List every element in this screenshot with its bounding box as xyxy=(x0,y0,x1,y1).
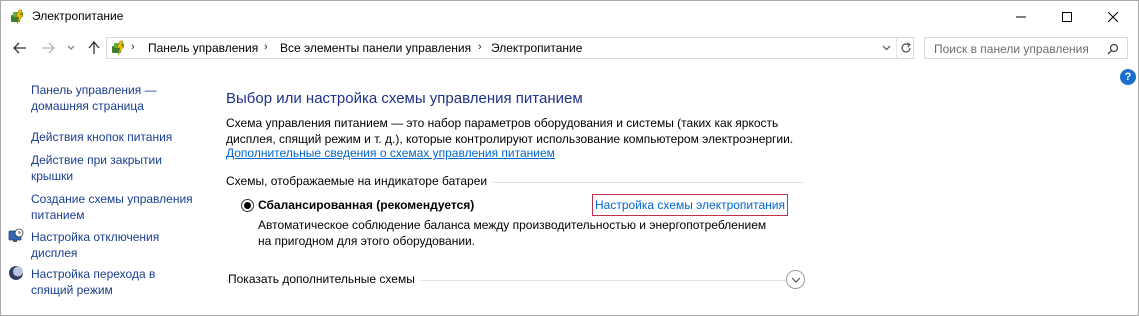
breadcrumb-power-options[interactable]: Электропитание xyxy=(491,41,582,55)
plan-description: Автоматическое соблюдение баланса между … xyxy=(258,218,767,248)
maximize-icon xyxy=(1062,11,1072,22)
minimize-button[interactable] xyxy=(998,1,1044,32)
sidebar-item-display-off[interactable]: Настройка отключения дисплея xyxy=(31,229,196,261)
recent-locations-button[interactable] xyxy=(64,39,78,57)
moon-icon xyxy=(8,265,24,281)
address-history-button[interactable] xyxy=(877,38,895,58)
search-icon[interactable] xyxy=(1105,41,1121,57)
sidebar-item-control-panel-home[interactable]: Панель управления — домашняя страница xyxy=(31,82,196,114)
change-plan-settings-link[interactable]: Настройка схемы электропитания xyxy=(592,194,788,216)
close-icon xyxy=(1108,11,1118,22)
chevron-down-icon xyxy=(791,277,800,283)
sidebar: Панель управления — домашняя страница Де… xyxy=(1,64,201,316)
address-bar[interactable]: › Панель управления › Все элементы панел… xyxy=(106,37,914,59)
sidebar-item-power-buttons[interactable]: Действия кнопок питания xyxy=(31,129,196,145)
arrow-right-icon xyxy=(42,42,55,54)
refresh-icon xyxy=(900,42,911,53)
balanced-plan-radio[interactable] xyxy=(241,199,254,212)
battery-plans-section: Схемы, отображаемые на индикаторе батаре… xyxy=(226,174,806,190)
minimize-icon xyxy=(1016,16,1026,17)
arrow-up-icon xyxy=(88,41,100,54)
search-input[interactable]: Поиск в панели управления xyxy=(924,37,1128,59)
plan-name[interactable]: Сбалансированная (рекомендуется) xyxy=(258,198,474,212)
expand-button[interactable] xyxy=(786,270,805,289)
sidebar-item-sleep[interactable]: Настройка перехода в спящий режим xyxy=(31,266,196,298)
back-button[interactable] xyxy=(11,39,29,57)
power-options-icon xyxy=(111,40,127,56)
chevron-down-icon xyxy=(882,45,890,51)
forward-button[interactable] xyxy=(39,39,57,57)
chevron-down-icon xyxy=(67,45,75,50)
more-info-link[interactable]: Дополнительные сведения о схемах управле… xyxy=(226,146,555,160)
breadcrumb-control-panel[interactable]: Панель управления xyxy=(148,41,258,55)
power-options-window: Электропитание › Панель управления › Все… xyxy=(0,0,1139,316)
breadcrumb-all-items[interactable]: Все элементы панели управления xyxy=(280,41,471,55)
refresh-button[interactable] xyxy=(896,38,914,58)
maximize-button[interactable] xyxy=(1044,1,1090,32)
sidebar-item-create-plan[interactable]: Создание схемы управления питанием xyxy=(31,191,196,223)
chevron-right-icon[interactable]: › xyxy=(264,41,268,53)
sidebar-item-lid-close[interactable]: Действие при закрытии крышки xyxy=(31,152,196,184)
page-title: Выбор или настройка схемы управления пит… xyxy=(226,90,583,107)
close-button[interactable] xyxy=(1090,1,1136,32)
search-placeholder: Поиск в панели управления xyxy=(934,42,1089,56)
up-button[interactable] xyxy=(85,39,103,57)
navigation-bar: › Панель управления › Все элементы панел… xyxy=(1,32,1138,64)
help-icon[interactable]: ? xyxy=(1120,69,1136,85)
power-options-app-icon xyxy=(10,9,26,25)
chevron-right-icon[interactable]: › xyxy=(478,41,482,53)
page-description: Схема управления питанием — это набор па… xyxy=(226,116,794,146)
title-bar: Электропитание xyxy=(1,1,1138,32)
chevron-right-icon[interactable]: › xyxy=(131,41,135,53)
arrow-left-icon xyxy=(13,42,26,54)
window-title: Электропитание xyxy=(32,9,124,23)
display-clock-icon xyxy=(8,228,24,244)
section-label: Схемы, отображаемые на индикаторе батаре… xyxy=(226,174,494,188)
show-more-plans-label[interactable]: Показать дополнительные схемы xyxy=(228,272,421,286)
show-more-plans-row[interactable]: Показать дополнительные схемы xyxy=(226,270,806,289)
